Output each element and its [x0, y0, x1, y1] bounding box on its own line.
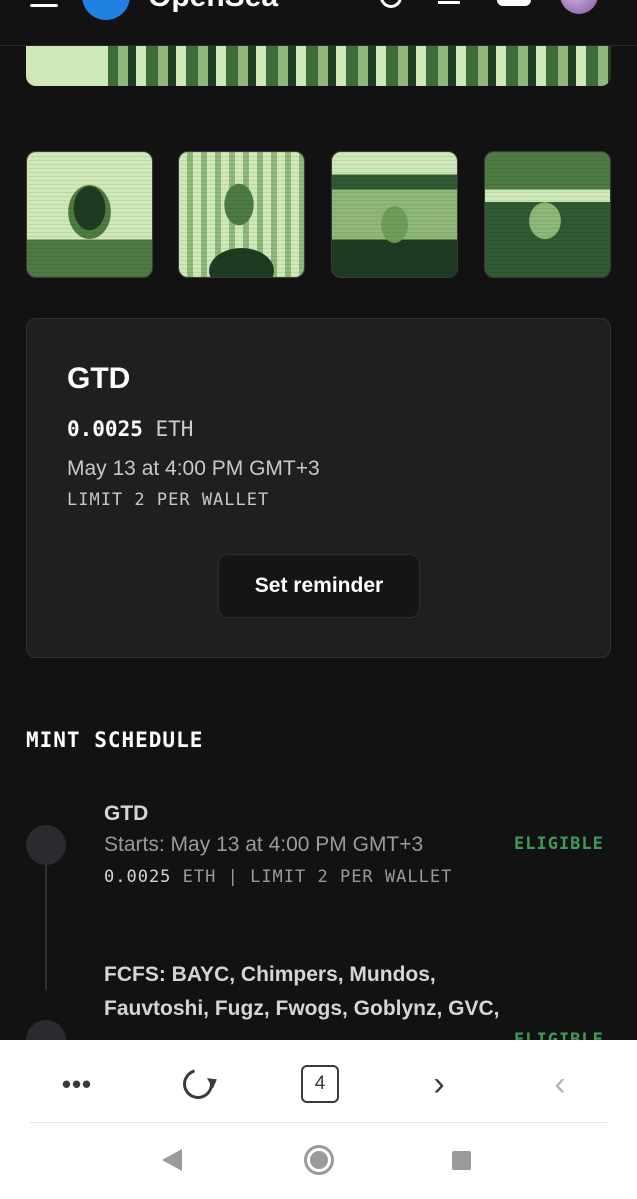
- forward-icon[interactable]: ›: [417, 1063, 461, 1105]
- price-unit: ETH: [155, 417, 194, 441]
- mint-phase-card: GTD 0.0025 ETH May 13 at 4:00 PM GMT+3 L…: [26, 318, 611, 658]
- more-menu-icon[interactable]: •••: [55, 1063, 99, 1105]
- schedule-price-value: 0.0025: [104, 867, 172, 887]
- top-header: OpenSea: [0, 0, 637, 46]
- logo-text[interactable]: OpenSea: [148, 0, 278, 14]
- price-value: 0.0025: [67, 417, 143, 441]
- nft-thumbnail-4[interactable]: [484, 151, 611, 278]
- system-back-icon[interactable]: [162, 1149, 182, 1171]
- eligible-badge: ELIGIBLE: [514, 834, 604, 854]
- reload-icon[interactable]: [176, 1063, 220, 1105]
- opensea-logo-icon[interactable]: [82, 0, 130, 20]
- schedule-phase-name: GTD: [104, 802, 149, 825]
- avatar[interactable]: [560, 0, 598, 14]
- tabs-button[interactable]: 4: [298, 1063, 342, 1105]
- search-icon[interactable]: [380, 0, 402, 8]
- mint-schedule-title: MINT SCHEDULE: [26, 728, 204, 752]
- tab-count: 4: [301, 1065, 339, 1103]
- back-icon[interactable]: ‹: [538, 1063, 582, 1105]
- timeline-line: [45, 862, 47, 990]
- system-recents-icon[interactable]: [452, 1151, 471, 1170]
- nft-thumbnail-1[interactable]: [26, 151, 153, 278]
- phase-limit: LIMIT 2 PER WALLET: [67, 490, 270, 510]
- schedule-price-rest: ETH | LIMIT 2 PER WALLET: [182, 867, 453, 887]
- timeline-dot: [26, 825, 66, 865]
- nft-thumbnail-3[interactable]: [331, 151, 458, 278]
- divider: [30, 1122, 607, 1123]
- menu-icon[interactable]: [30, 0, 58, 7]
- system-home-icon[interactable]: [304, 1145, 334, 1175]
- notification-icon[interactable]: [438, 0, 460, 4]
- phase-date: May 13 at 4:00 PM GMT+3: [67, 457, 320, 480]
- set-reminder-button[interactable]: Set reminder: [218, 554, 420, 618]
- phase-title: GTD: [67, 362, 131, 395]
- schedule-phase-name: FCFS: BAYC, Chimpers, Mundos, Fauvtoshi,…: [104, 963, 500, 1020]
- nft-thumbnail-2[interactable]: [178, 151, 305, 278]
- cart-icon[interactable]: [497, 0, 531, 6]
- schedule-phase-meta: 0.0025 ETH | LIMIT 2 PER WALLET: [104, 867, 452, 887]
- schedule-phase-starts: Starts: May 13 at 4:00 PM GMT+3: [104, 833, 424, 856]
- phase-price: 0.0025 ETH: [67, 417, 193, 441]
- collection-banner: [26, 46, 611, 86]
